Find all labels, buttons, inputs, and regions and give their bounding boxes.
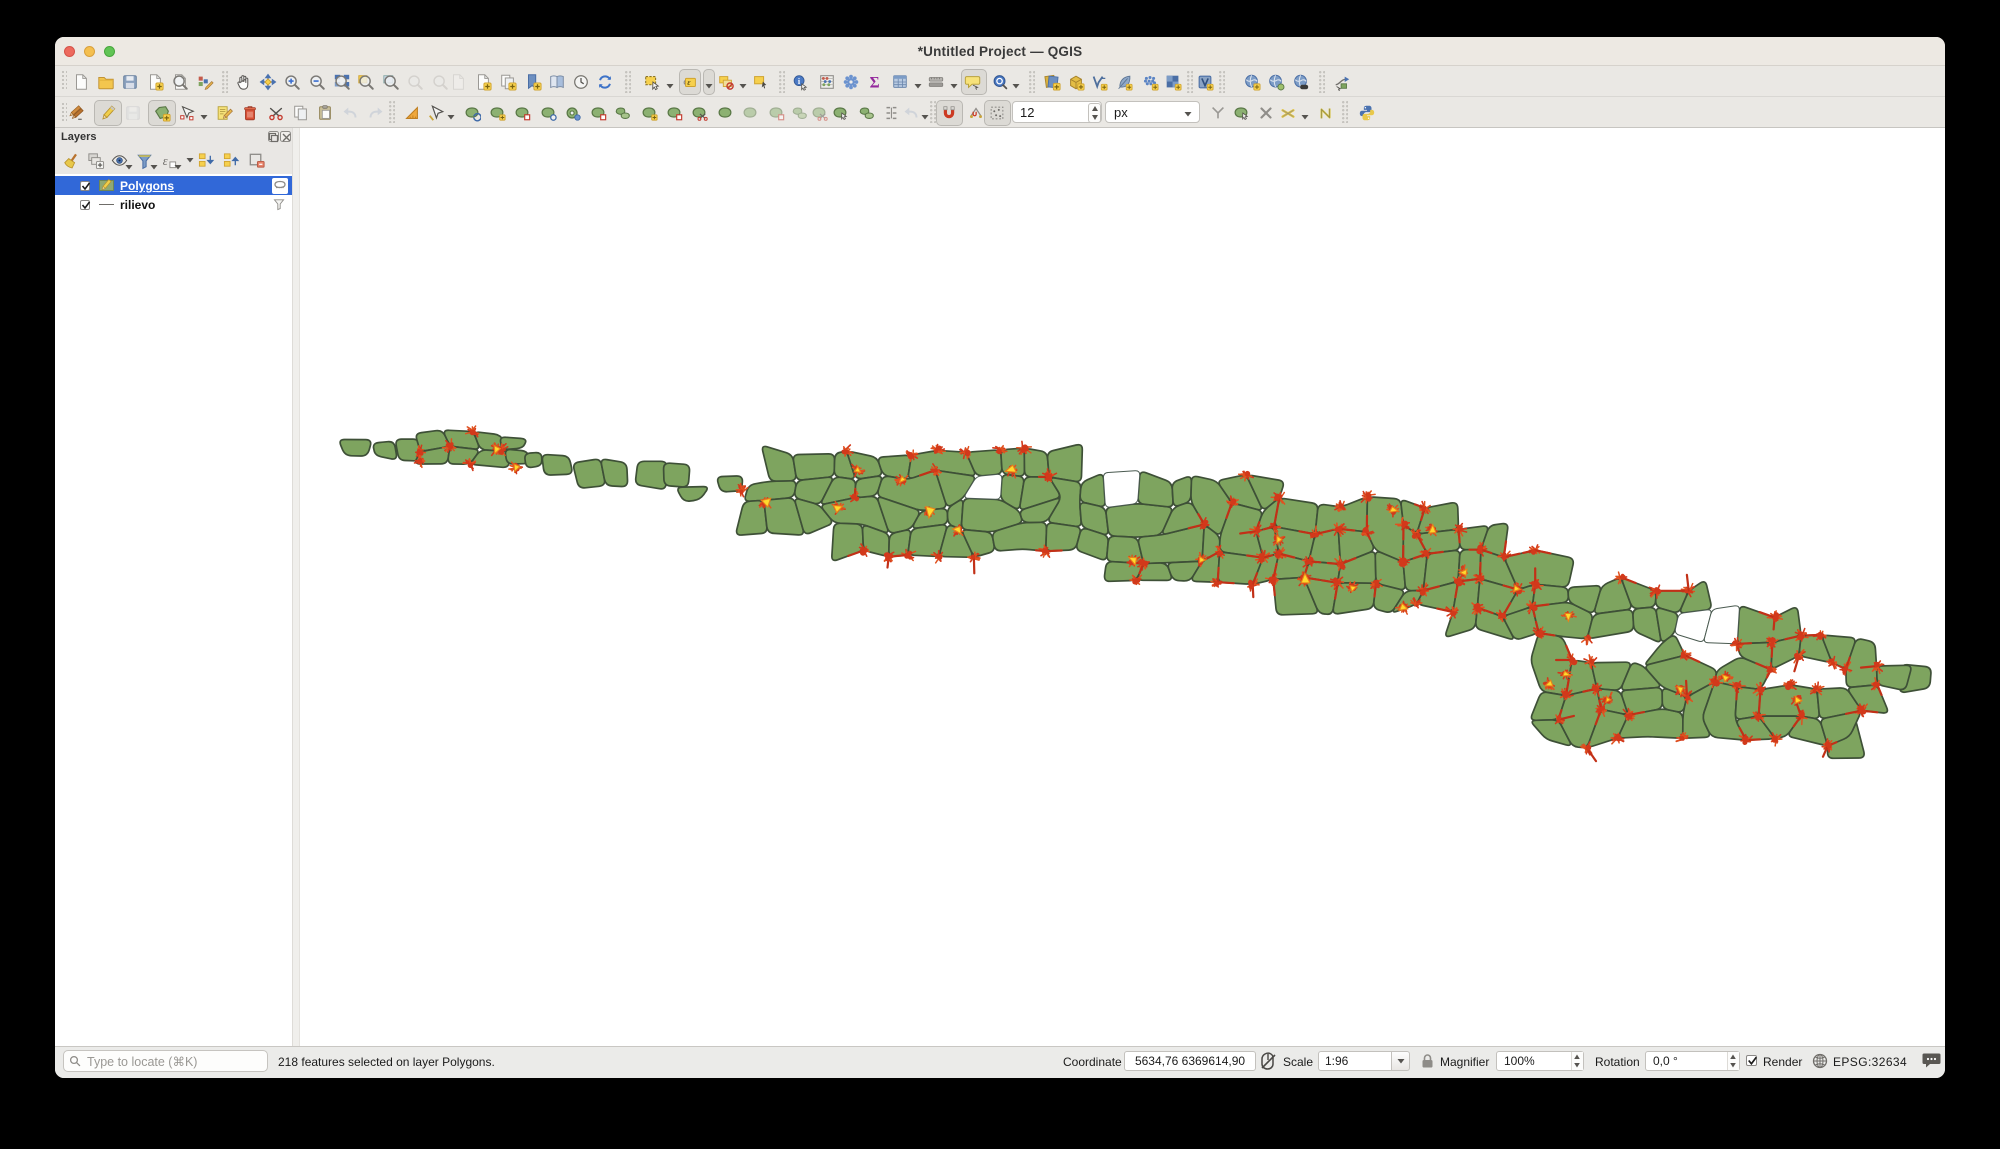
svg-text:ε: ε xyxy=(162,153,167,167)
svg-text:Σ: Σ xyxy=(870,74,880,91)
